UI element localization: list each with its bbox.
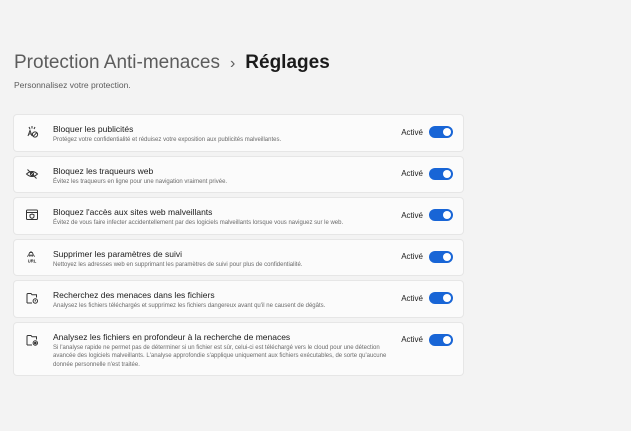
url-icon-text: URL xyxy=(28,258,37,263)
remove-tracking-params-toggle[interactable] xyxy=(429,250,453,263)
eye-off-icon xyxy=(25,167,39,181)
setting-title: Bloquez l'accès aux sites web malveillan… xyxy=(53,207,213,217)
toggle-knob xyxy=(443,211,451,219)
setting-status: Activé xyxy=(401,293,423,303)
settings-list: Bloquer les publicités Protégez votre co… xyxy=(13,114,464,380)
toggle-knob xyxy=(443,128,451,136)
toggle-knob xyxy=(443,169,451,178)
setting-status: Activé xyxy=(401,210,423,220)
breadcrumb: Protection Anti-menaces › Réglages xyxy=(14,52,330,74)
setting-title: Bloquer les publicités xyxy=(53,124,134,134)
block-malicious-sites-toggle[interactable] xyxy=(429,209,453,221)
url-clean-icon: URL xyxy=(25,250,39,264)
page-header: Protection Anti-menaces › Réglages Perso… xyxy=(14,52,330,90)
setting-description: Évitez les traqueurs en ligne pour une n… xyxy=(53,178,228,185)
page-title: Réglages xyxy=(245,52,330,73)
setting-status: Activé xyxy=(401,127,423,137)
setting-status: Activé xyxy=(401,252,423,261)
breadcrumb-parent-link[interactable]: Protection Anti-menaces xyxy=(14,52,220,74)
setting-title: Bloquez les traqueurs web xyxy=(53,165,154,176)
toggle-knob xyxy=(443,335,451,344)
setting-description: Analysez les fichiers téléchargés et sup… xyxy=(53,303,326,309)
setting-status: Activé xyxy=(401,335,423,344)
setting-title: Analysez les fichiers en profondeur à la… xyxy=(53,331,291,342)
ad-block-icon xyxy=(25,125,39,139)
toggle-knob xyxy=(443,252,451,261)
setting-card-block-trackers: Bloquez les traqueurs web Évitez les tra… xyxy=(13,155,464,193)
page-subtitle: Personnalisez votre protection. xyxy=(14,80,131,90)
toggle-knob xyxy=(443,294,451,302)
deep-scan-files-toggle[interactable] xyxy=(429,333,453,346)
file-deep-scan-icon xyxy=(25,333,39,347)
setting-status: Activé xyxy=(401,169,423,178)
setting-card-scan-files: Recherchez des menaces dans les fichiers… xyxy=(13,280,464,318)
setting-card-remove-tracking-params: URL Supprimer les paramètres de suivi Ne… xyxy=(13,238,464,276)
setting-description: Protégez votre confidentialité et réduis… xyxy=(53,137,282,143)
scan-files-toggle[interactable] xyxy=(429,292,453,304)
browser-shield-icon xyxy=(25,208,39,222)
block-ads-toggle[interactable] xyxy=(429,126,453,138)
setting-card-deep-scan-files: Analysez les fichiers en profondeur à la… xyxy=(13,321,464,376)
setting-card-block-malicious-sites: Bloquez l'accès aux sites web malveillan… xyxy=(13,197,464,235)
block-trackers-toggle[interactable] xyxy=(429,167,453,180)
file-scan-icon xyxy=(25,291,39,305)
setting-description: Nettoyez les adresses web en supprimant … xyxy=(53,261,303,268)
breadcrumb-separator: › xyxy=(229,55,236,72)
setting-title: Recherchez des menaces dans les fichiers xyxy=(53,290,215,300)
setting-title: Supprimer les paramètres de suivi xyxy=(53,248,182,259)
setting-description: Évitez de vous faire infecter accidentel… xyxy=(53,220,344,226)
setting-card-block-ads: Bloquer les publicités Protégez votre co… xyxy=(13,114,464,152)
setting-description: Si l'analyse rapide ne permet pas de dét… xyxy=(53,344,387,368)
